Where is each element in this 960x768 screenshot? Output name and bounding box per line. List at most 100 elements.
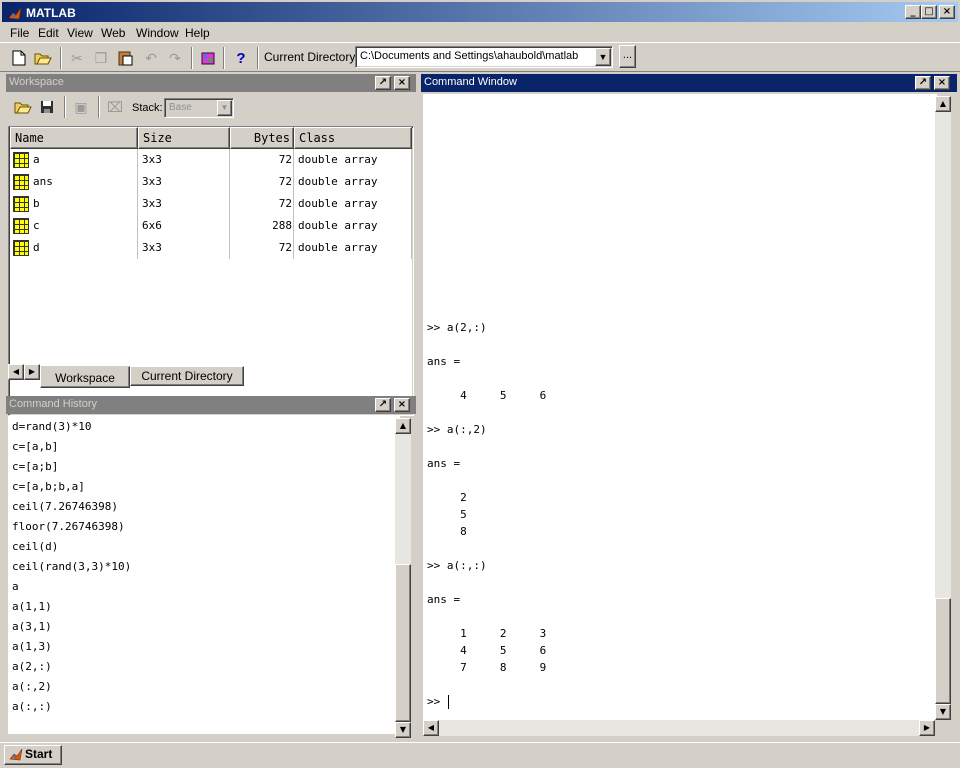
table-row[interactable]: b 3x3 72 double array bbox=[9, 193, 409, 215]
stack-label: Stack: bbox=[132, 102, 163, 114]
history-item[interactable]: ceil(d) bbox=[12, 538, 58, 556]
table-row[interactable]: a 3x3 72 double array bbox=[9, 149, 409, 171]
undo-icon[interactable]: ↶ bbox=[140, 47, 162, 69]
minimize-button[interactable]: _ bbox=[905, 5, 921, 19]
command-line: >> a(2,:) bbox=[427, 321, 487, 334]
history-item[interactable]: floor(7.26746398) bbox=[12, 518, 125, 536]
copy-icon[interactable]: ❐ bbox=[90, 47, 112, 69]
delete-variable-icon[interactable]: ⌧ bbox=[104, 96, 126, 118]
scroll-left-icon[interactable]: ◀ bbox=[423, 720, 439, 736]
maximize-button[interactable]: □ bbox=[921, 5, 937, 19]
command-hscrollbar[interactable]: ◀ ▶ bbox=[423, 720, 935, 736]
toolbar-separator bbox=[257, 47, 259, 69]
command-history-panel: Command History ↗ × d=rand(3)*10 c=[a,b]… bbox=[6, 396, 416, 740]
var-name: ans bbox=[33, 175, 53, 188]
scroll-thumb[interactable] bbox=[935, 598, 951, 704]
tab-workspace[interactable]: Workspace bbox=[40, 366, 130, 388]
history-item[interactable]: a(1,1) bbox=[12, 598, 52, 616]
history-item[interactable]: ceil(7.26746398) bbox=[12, 498, 118, 516]
paste-icon[interactable] bbox=[114, 47, 136, 69]
chevron-down-icon[interactable]: ▼ bbox=[217, 100, 232, 116]
menu-web[interactable]: Web bbox=[101, 26, 125, 40]
history-item[interactable]: a(:,2) bbox=[12, 678, 52, 696]
open-folder-icon[interactable] bbox=[32, 47, 54, 69]
scroll-thumb[interactable] bbox=[395, 564, 411, 722]
var-name: d bbox=[33, 241, 40, 254]
command-line: 8 bbox=[427, 525, 467, 538]
menu-view[interactable]: View bbox=[67, 26, 93, 40]
command-vscrollbar[interactable]: ▲ ▼ bbox=[935, 96, 951, 720]
close-button[interactable]: × bbox=[939, 5, 955, 19]
menu-file[interactable]: File bbox=[10, 26, 29, 40]
scroll-down-icon[interactable]: ▼ bbox=[395, 722, 411, 738]
var-name: b bbox=[33, 197, 40, 210]
help-icon[interactable]: ? bbox=[230, 47, 252, 69]
var-bytes: 72 bbox=[278, 175, 292, 188]
scroll-up-icon[interactable]: ▲ bbox=[935, 96, 951, 112]
history-item[interactable]: c=[a;b] bbox=[12, 458, 58, 476]
command-line: 2 bbox=[427, 491, 467, 504]
scroll-down-icon[interactable]: ▼ bbox=[935, 704, 951, 720]
close-icon[interactable]: × bbox=[934, 76, 950, 90]
history-item[interactable]: a(:,:) bbox=[12, 698, 52, 716]
array-editor-icon[interactable]: ▣ bbox=[70, 96, 92, 118]
history-scrollbar[interactable]: ▲ ▼ bbox=[395, 418, 411, 738]
var-name: c bbox=[33, 219, 40, 232]
command-prompt[interactable]: >> bbox=[427, 693, 447, 710]
undock-icon[interactable]: ↗ bbox=[915, 76, 931, 90]
tab-scroll-right-icon[interactable]: ▶ bbox=[24, 364, 40, 380]
command-output[interactable]: >> a(2,:) ans = 4 5 6 >> a(:,2) ans = 2 … bbox=[423, 94, 937, 720]
save-icon[interactable] bbox=[36, 96, 58, 118]
history-item[interactable]: a bbox=[12, 578, 19, 596]
history-item[interactable]: a(2,:) bbox=[12, 658, 52, 676]
column-divider bbox=[411, 149, 412, 259]
workspace-panel: Workspace ↗ × ▣ ⌧ Stack: Base ▼ Name Siz… bbox=[6, 74, 416, 416]
var-size: 3x3 bbox=[142, 153, 162, 166]
browse-directory-button[interactable]: ... bbox=[619, 45, 636, 68]
undock-icon[interactable]: ↗ bbox=[375, 76, 391, 90]
menu-window[interactable]: Window bbox=[136, 26, 179, 40]
open-folder-icon[interactable] bbox=[12, 96, 34, 118]
new-file-icon[interactable] bbox=[8, 47, 30, 69]
close-icon[interactable]: × bbox=[394, 76, 410, 90]
command-window-panel: Command Window ↗ × >> a(2,:) ans = 4 5 6… bbox=[421, 74, 957, 740]
scroll-right-icon[interactable]: ▶ bbox=[919, 720, 935, 736]
column-header-bytes[interactable]: Bytes bbox=[230, 127, 294, 149]
current-directory-combo[interactable]: C:\Documents and Settings\ahaubold\matla… bbox=[355, 46, 613, 68]
simulink-icon[interactable] bbox=[197, 47, 219, 69]
window-title: MATLAB bbox=[26, 6, 76, 20]
table-row[interactable]: c 6x6 288 double array bbox=[9, 215, 409, 237]
history-item[interactable]: a(1,3) bbox=[12, 638, 52, 656]
history-list: d=rand(3)*10 c=[a,b] c=[a;b] c=[a,b;b,a]… bbox=[8, 416, 400, 734]
start-button[interactable]: Start bbox=[4, 745, 62, 765]
history-item[interactable]: ceil(rand(3,3)*10) bbox=[12, 558, 131, 576]
current-directory-value[interactable]: C:\Documents and Settings\ahaubold\matla… bbox=[360, 50, 578, 62]
var-size: 3x3 bbox=[142, 175, 162, 188]
history-item[interactable]: c=[a,b] bbox=[12, 438, 58, 456]
undock-icon[interactable]: ↗ bbox=[375, 398, 391, 412]
close-icon[interactable]: × bbox=[394, 398, 410, 412]
menu-edit[interactable]: Edit bbox=[38, 26, 59, 40]
matlab-logo-icon bbox=[8, 7, 22, 21]
chevron-down-icon[interactable]: ▼ bbox=[595, 48, 611, 66]
history-item[interactable]: a(3,1) bbox=[12, 618, 52, 636]
table-row[interactable]: d 3x3 72 double array bbox=[9, 237, 409, 259]
stack-select[interactable]: Base ▼ bbox=[164, 98, 234, 118]
table-row[interactable]: ans 3x3 72 double array bbox=[9, 171, 409, 193]
redo-icon[interactable]: ↷ bbox=[164, 47, 186, 69]
var-class: double array bbox=[298, 153, 378, 166]
column-header-name[interactable]: Name bbox=[10, 127, 138, 149]
matrix-variable-icon bbox=[13, 196, 29, 212]
column-header-class[interactable]: Class bbox=[294, 127, 412, 149]
tab-current-directory[interactable]: Current Directory bbox=[130, 366, 244, 386]
history-item[interactable]: d=rand(3)*10 bbox=[12, 418, 91, 436]
var-bytes: 72 bbox=[278, 241, 292, 254]
var-name: a bbox=[33, 153, 40, 166]
tab-scroll-left-icon[interactable]: ◀ bbox=[8, 364, 24, 380]
history-item[interactable]: c=[a,b;b,a] bbox=[12, 478, 85, 496]
menu-help[interactable]: Help bbox=[185, 26, 210, 40]
cut-icon[interactable]: ✂ bbox=[66, 47, 88, 69]
command-line: >> a(:,2) bbox=[427, 423, 487, 436]
scroll-up-icon[interactable]: ▲ bbox=[395, 418, 411, 434]
column-header-size[interactable]: Size bbox=[138, 127, 230, 149]
